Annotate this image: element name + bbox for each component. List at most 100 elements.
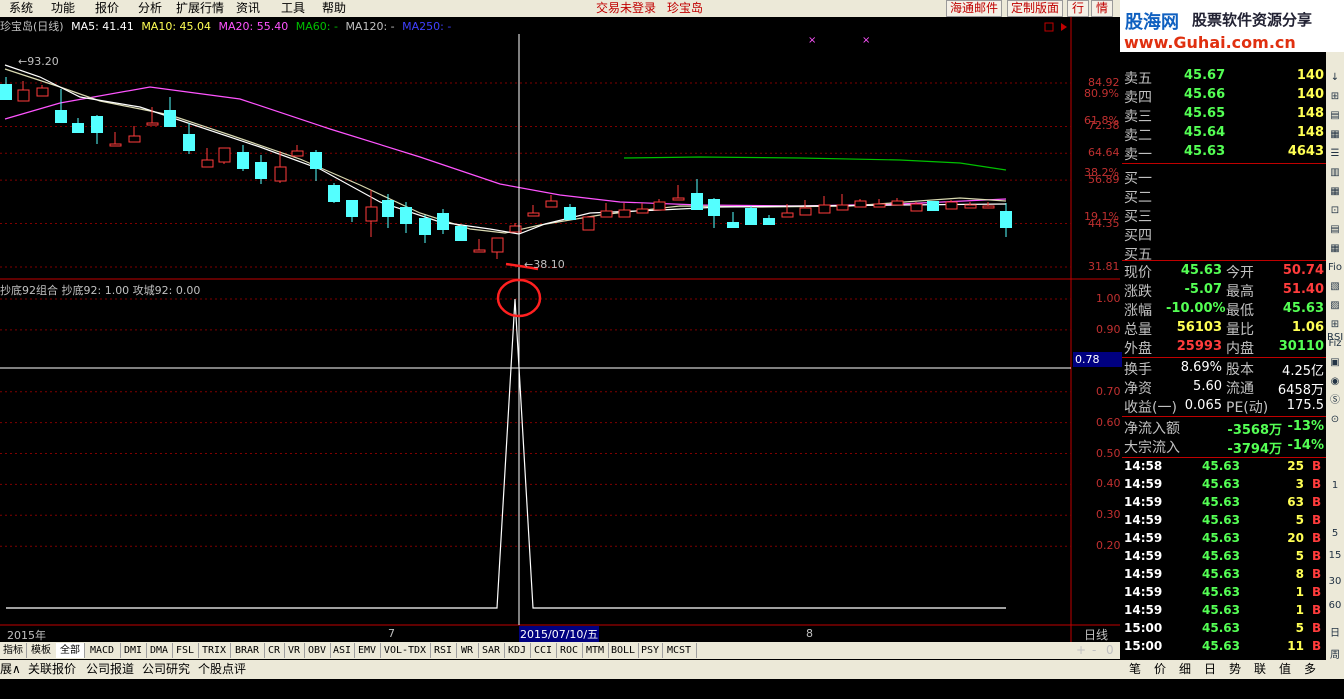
candle-down[interactable] (183, 134, 195, 151)
side-tool-icon[interactable]: ⊡ (1327, 203, 1343, 218)
indicator-tab-brar[interactable]: BRAR (230, 643, 265, 658)
menu-item-news[interactable]: 资讯 (236, 0, 260, 17)
custom-layout-button[interactable]: 定制版面 (1007, 0, 1063, 17)
status-tab-company-news[interactable]: 公司报道 (86, 661, 134, 678)
period-label[interactable]: 日线 (1084, 626, 1108, 643)
pane-arrow-icon[interactable] (1061, 23, 1067, 31)
indicator-tab-trix[interactable]: TRIX (198, 643, 231, 658)
candle-down[interactable] (237, 152, 249, 169)
candle-up[interactable] (201, 159, 214, 168)
indicator-tab-mtm[interactable]: MTM (582, 643, 609, 658)
indicator-tab-vr[interactable]: VR (284, 643, 305, 658)
menu-item-function[interactable]: 功能 (51, 0, 75, 17)
candle-down[interactable] (691, 193, 703, 210)
quote-tab[interactable]: 联 (1249, 661, 1271, 678)
candle-up[interactable] (146, 122, 159, 126)
mail-button[interactable]: 海通邮件 (946, 0, 1002, 17)
candle-up[interactable] (109, 143, 122, 147)
indicator-tab-fsl[interactable]: FSL (172, 643, 199, 658)
candle-up[interactable] (274, 166, 287, 182)
indicator-tab-emv[interactable]: EMV (354, 643, 381, 658)
indicator-tab-sar[interactable]: SAR (478, 643, 505, 658)
side-tool-period[interactable]: 1 (1327, 478, 1343, 493)
quote-tab[interactable]: 势 (1224, 661, 1246, 678)
status-tab-stock-comment[interactable]: 个股点评 (198, 661, 246, 678)
candle-up[interactable] (600, 210, 613, 218)
candle-down[interactable] (55, 110, 67, 123)
side-tool-icon[interactable]: ▧ (1327, 279, 1343, 294)
indicator-tab-dma[interactable]: DMA (146, 643, 173, 658)
indicator-tab-cr[interactable]: CR (264, 643, 285, 658)
side-tool-icon[interactable]: ⊙ (1327, 412, 1343, 427)
candle-up[interactable] (873, 203, 886, 208)
candle-up[interactable] (473, 249, 486, 253)
menu-item-system[interactable]: 系统 (9, 0, 33, 17)
candle-down[interactable] (164, 110, 176, 127)
candle-down[interactable] (419, 218, 431, 235)
indicator-tab-psy[interactable]: PSY (638, 643, 663, 658)
candle-up[interactable] (582, 216, 595, 231)
status-tab-company-research[interactable]: 公司研究 (142, 661, 190, 678)
zoom-reset-button[interactable]: 0 (1106, 643, 1114, 657)
candle-down[interactable] (708, 199, 720, 216)
zoom-out-button[interactable]: - (1092, 643, 1096, 657)
side-tool-icon[interactable]: ⊞ (1327, 89, 1343, 104)
menu-item-help[interactable]: 帮助 (322, 0, 346, 17)
event-marker[interactable]: × (808, 35, 816, 46)
indicator-tab-asi[interactable]: ASI (330, 643, 355, 658)
candle-down[interactable] (91, 116, 103, 133)
candle-down[interactable] (727, 222, 739, 228)
candle-up[interactable] (672, 197, 685, 201)
candle-up[interactable] (527, 212, 540, 217)
candle-down[interactable] (382, 200, 394, 217)
indicator-tab-vol-tdx[interactable]: VOL-TDX (380, 643, 431, 658)
menu-item-analysis[interactable]: 分析 (138, 0, 162, 17)
candle-up[interactable] (545, 200, 558, 208)
candle-up[interactable] (491, 237, 504, 253)
candle-up[interactable] (891, 200, 904, 206)
side-tool-icon[interactable]: ▦ (1327, 184, 1343, 199)
candle-up[interactable] (365, 206, 378, 222)
quote-tab[interactable]: 值 (1274, 661, 1296, 678)
side-tool-icon[interactable]: ▤ (1327, 222, 1343, 237)
candle-up[interactable] (854, 200, 867, 208)
event-marker[interactable]: × (862, 35, 870, 46)
side-tool-period[interactable]: RSI (1327, 330, 1343, 345)
indicator-tab-dmi[interactable]: DMI (120, 643, 147, 658)
quote-tab[interactable]: 价 (1149, 661, 1171, 678)
menu-item-quote[interactable]: 报价 (95, 0, 119, 17)
indicator-tab-kdj[interactable]: KDJ (504, 643, 531, 658)
candle-down[interactable] (310, 152, 322, 169)
candle-up[interactable] (17, 89, 30, 102)
candle-up[interactable] (636, 208, 649, 214)
side-tool-icon[interactable]: ☰ (1327, 146, 1343, 161)
side-tool-icon[interactable]: Fio (1327, 260, 1343, 275)
candle-down[interactable] (0, 84, 12, 100)
menu-item-extended[interactable]: 扩展行情 (176, 0, 224, 17)
side-tool-period[interactable]: 5 (1327, 526, 1343, 541)
candle-up[interactable] (781, 212, 794, 218)
menu-item-tools[interactable]: 工具 (281, 0, 305, 17)
status-tab-related[interactable]: 关联报价 (28, 661, 76, 678)
candle-up[interactable] (910, 203, 923, 212)
side-tool-icon[interactable]: ▣ (1327, 355, 1343, 370)
side-tool-icon[interactable]: Ⓢ (1327, 393, 1343, 408)
quote-tab[interactable]: 日 (1199, 661, 1221, 678)
indicator-tab-rsi[interactable]: RSI (430, 643, 457, 658)
side-tool-period[interactable]: 日 (1327, 626, 1343, 641)
indicator-tab-指标[interactable]: 指标 (0, 643, 27, 658)
indicator-tab-模板[interactable]: 模板 (26, 643, 57, 658)
candle-up[interactable] (36, 87, 49, 97)
zoom-in-button[interactable]: + (1076, 643, 1086, 657)
side-tool-icon[interactable]: ▥ (1327, 165, 1343, 180)
side-tool-period[interactable]: 30 (1327, 574, 1343, 589)
candle-up[interactable] (964, 204, 977, 209)
candle-down[interactable] (927, 201, 939, 211)
quote-tab[interactable]: 细 (1174, 661, 1196, 678)
candle-down[interactable] (400, 207, 412, 224)
indicator-tab-mcst[interactable]: MCST (662, 643, 697, 658)
side-tool-period[interactable]: 周 (1327, 648, 1343, 663)
candle-up[interactable] (618, 209, 631, 218)
candle-up[interactable] (653, 201, 666, 211)
side-tool-icon[interactable]: ◉ (1327, 374, 1343, 389)
